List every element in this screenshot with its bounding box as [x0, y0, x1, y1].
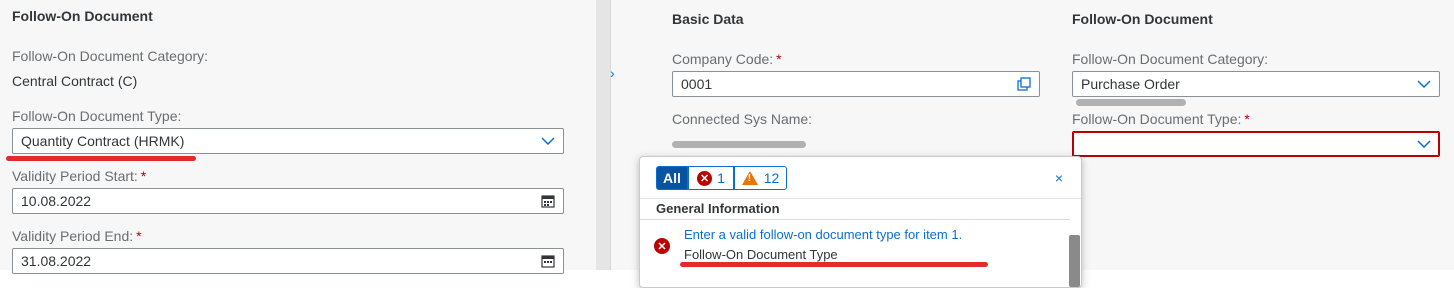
right-type-label-text: Follow-On Document Type: — [1072, 111, 1242, 127]
validity-end-label-text: Validity Period End: — [12, 228, 134, 244]
redacted-value — [672, 141, 806, 148]
calendar-icon[interactable] — [541, 189, 555, 213]
company-code-label-text: Company Code: — [672, 51, 774, 67]
message-link[interactable]: Enter a valid follow-on document type fo… — [684, 227, 962, 242]
right-type-label: Follow-On Document Type: * — [1072, 111, 1250, 127]
error-icon: ✕ — [654, 238, 670, 254]
warning-icon: ! — [741, 171, 758, 185]
connected-sys-label: Connected Sys Name: — [672, 111, 813, 127]
right-panel-border — [610, 0, 611, 270]
warning-count: 12 — [763, 170, 780, 186]
scrollbar[interactable] — [1069, 235, 1080, 287]
error-count: 1 — [717, 170, 725, 186]
right-category-value: Purchase Order — [1081, 76, 1180, 92]
validity-start-label: Validity Period Start: * — [12, 168, 146, 184]
annotation-underline — [680, 262, 988, 267]
filter-warnings-button[interactable]: ! 12 — [734, 166, 787, 190]
close-icon[interactable]: × — [1055, 170, 1063, 186]
value-help-icon[interactable] — [1017, 72, 1031, 96]
filter-errors-button[interactable]: ✕ 1 — [688, 166, 734, 190]
group-divider — [640, 219, 1070, 220]
company-code-value: 0001 — [681, 76, 713, 92]
validity-end-value: 31.08.2022 — [21, 253, 92, 269]
type-select[interactable]: Quantity Contract (HRMK) — [12, 128, 564, 154]
chevron-down-icon[interactable] — [1417, 132, 1431, 156]
error-icon: ✕ — [697, 170, 713, 186]
required-marker: * — [776, 51, 782, 67]
validity-end-field[interactable]: 31.08.2022 — [12, 248, 564, 274]
message-group-title: General Information — [656, 201, 780, 216]
right-type-select[interactable] — [1072, 131, 1440, 157]
required-marker: * — [140, 168, 147, 184]
category-label: Follow-On Document Category: — [12, 48, 209, 64]
section-title-basic-data: Basic Data — [672, 11, 744, 27]
validity-start-field[interactable]: 10.08.2022 — [12, 188, 564, 214]
annotation-underline — [6, 156, 196, 161]
section-title-follow-on-right: Follow-On Document — [1072, 11, 1213, 27]
required-marker: * — [1244, 111, 1250, 127]
right-category-select[interactable]: Purchase Order — [1072, 71, 1440, 97]
required-marker: * — [136, 228, 142, 244]
validity-start-label-text: Validity Period Start: — [12, 168, 138, 184]
filter-all-button[interactable]: All — [656, 166, 688, 190]
chevron-right-icon[interactable]: › — [610, 66, 615, 80]
validity-start-value: 10.08.2022 — [21, 193, 92, 209]
validity-end-label: Validity Period End: * — [12, 228, 142, 244]
type-label: Follow-On Document Type: — [12, 108, 182, 124]
calendar-icon[interactable] — [541, 249, 555, 273]
right-category-label: Follow-On Document Category: — [1072, 51, 1269, 67]
company-code-label: Company Code: * — [672, 51, 782, 67]
panel-divider — [596, 0, 610, 270]
company-code-field[interactable]: 0001 — [672, 71, 1040, 97]
chevron-down-icon[interactable] — [541, 129, 555, 153]
message-subtitle: Follow-On Document Type — [684, 247, 838, 262]
chevron-down-icon[interactable] — [1417, 72, 1431, 96]
category-value: Central Contract (C) — [12, 73, 138, 89]
annotation-underline-gray — [1076, 99, 1186, 106]
section-title-follow-on: Follow-On Document — [12, 8, 153, 24]
type-select-value: Quantity Contract (HRMK) — [21, 133, 185, 149]
message-popover: All ✕ 1 ! 12 × General Information ✕ Ent… — [639, 156, 1082, 288]
